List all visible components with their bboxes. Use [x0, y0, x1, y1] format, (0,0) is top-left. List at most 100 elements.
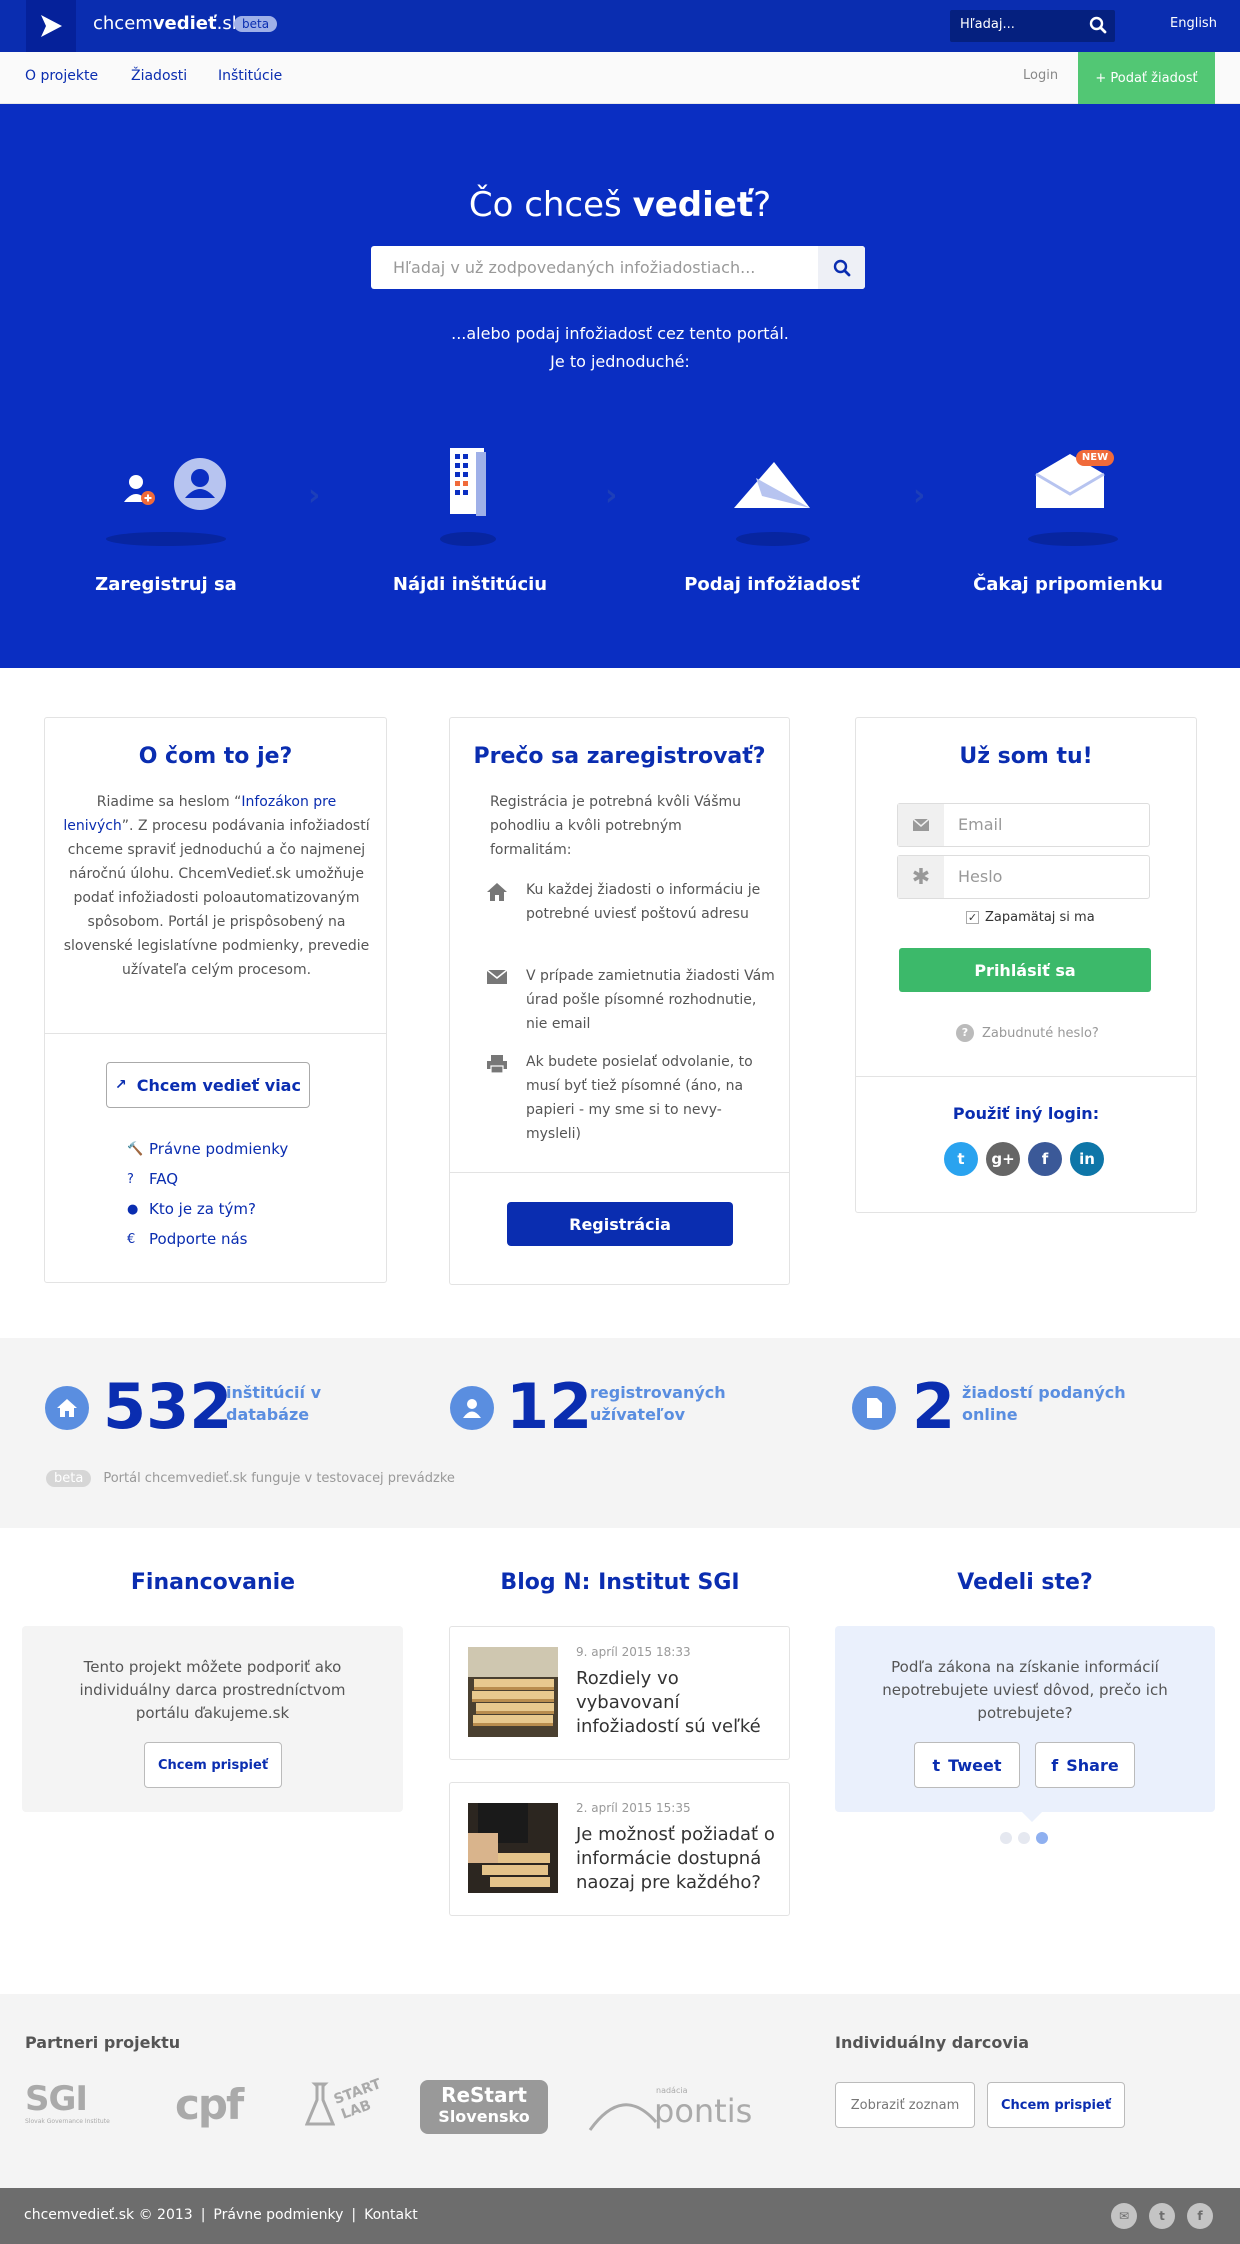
submit-request-button[interactable]: + Podať žiadosť — [1078, 52, 1215, 104]
login-card: Už som tu! Email ✱ Heslo ✓ Zapamätaj si m… — [855, 717, 1197, 1213]
pontis-logo[interactable]: nadácia pontis — [588, 2080, 752, 2134]
question-icon: ? — [956, 1024, 974, 1042]
header-search-placeholder: Hľadaj... — [960, 17, 1015, 32]
reason-item: Ak budete posielať odvolanie, to musí by… — [486, 1050, 776, 1150]
carousel-dots — [1000, 1832, 1048, 1844]
startlab-logo[interactable]: START LAB — [305, 2076, 383, 2130]
search-icon[interactable] — [1089, 16, 1107, 38]
header-search-input[interactable]: Hľadaj... — [950, 10, 1115, 42]
didyouknow-title: Vedeli ste? — [957, 1570, 1093, 1595]
facebook-icon[interactable]: f — [1187, 2203, 1213, 2229]
reason-item: V prípade zamietnutia žiadosti Vám úrad … — [486, 964, 776, 1050]
footer: chcemvedieť.sk © 2013 | Právne podmienky… — [0, 2188, 1240, 2244]
learn-more-button[interactable]: ↗ Chcem vedieť viac — [106, 1062, 310, 1108]
carousel-dot[interactable] — [1000, 1832, 1012, 1844]
checkbox[interactable]: ✓ — [966, 911, 979, 924]
gavel-icon: 🔨 — [127, 1141, 144, 1157]
about-title: O čom to je? — [138, 744, 293, 769]
hero-search-input[interactable]: Hľadaj v už zodpovedaných infožiadostiac… — [371, 246, 865, 289]
other-login-label: Použiť iný login: — [952, 1104, 1100, 1123]
didyouknow-box: Podľa zákona na získanie informácií nepo… — [835, 1626, 1215, 1812]
why-intro: Registrácia je potrebná kvôli Vášmu poho… — [490, 794, 742, 858]
step-find-label: Nájdi inštitúciu — [392, 574, 548, 595]
external-link-icon: ↗ — [115, 1077, 127, 1093]
stat-institutions-label: inštitúcií v databáze — [226, 1383, 322, 1424]
new-badge: NEW — [1076, 450, 1114, 466]
step-register-label: Zaregistruj sa — [95, 574, 237, 595]
building-icon — [446, 446, 490, 520]
envelope-icon — [486, 964, 526, 1050]
footer-legal-link[interactable]: Právne podmienky — [213, 2207, 343, 2223]
google-plus-icon[interactable]: g+ — [986, 1142, 1020, 1176]
email-field[interactable]: Email — [897, 803, 1150, 847]
blog-post-title: Je možnosť požiadať o informácie dostupn… — [576, 1824, 775, 1893]
blog-post[interactable]: 2. apríl 2015 15:35 Je možnosť požiadať … — [449, 1782, 790, 1916]
step-submit-label: Podaj infožiadosť — [684, 574, 860, 595]
donors-title: Individuálny darcovia — [835, 2033, 1030, 2052]
logo-icon[interactable] — [26, 0, 76, 52]
show-list-button[interactable]: Zobraziť zoznam — [835, 2082, 975, 2128]
team-link[interactable]: ● Kto je za tým? — [127, 1194, 367, 1224]
login-title: Už som tu! — [959, 744, 1093, 769]
printer-icon — [486, 1050, 526, 1150]
funding-text: Tento projekt môžete podporiť ako indivi… — [79, 1658, 346, 1722]
hero-search-placeholder: Hľadaj v už zodpovedaných infožiadostiac… — [393, 258, 756, 277]
cpf-logo[interactable]: cpf — [175, 2080, 244, 2129]
faq-link[interactable]: ? FAQ — [127, 1164, 367, 1194]
facebook-icon: f — [1051, 1755, 1059, 1775]
beta-pill: beta — [46, 1470, 92, 1487]
forgot-password-link[interactable]: ? Zabudnuté heslo? — [956, 1024, 1099, 1042]
hero-search-button[interactable] — [818, 246, 865, 289]
user-add-icon — [118, 456, 228, 520]
linkedin-icon[interactable]: in — [1070, 1142, 1104, 1176]
footer-separator: | — [200, 2207, 206, 2223]
blog-title: Blog N: Institut SGI — [500, 1570, 740, 1595]
stat-users-label: registrovaných užívateľov — [590, 1383, 726, 1424]
tweet-button[interactable]: t Tweet — [914, 1742, 1020, 1788]
donate-button[interactable]: Chcem prispieť — [144, 1742, 282, 1788]
twitter-icon[interactable]: t — [944, 1142, 978, 1176]
facebook-icon[interactable]: f — [1028, 1142, 1062, 1176]
about-links: 🔨 Právne podmienky ? FAQ ● Kto je za tým? €… — [127, 1134, 367, 1254]
home-icon — [45, 1386, 89, 1430]
footer-contact-link[interactable]: Kontakt — [364, 2207, 418, 2223]
why-reasons: Ku každej žiadosti o informáciu je potre… — [486, 878, 776, 1150]
carousel-dot[interactable] — [1018, 1832, 1030, 1844]
blog-post[interactable]: 9. apríl 2015 18:33 Rozdiely vo vybavova… — [449, 1626, 790, 1760]
donate-button-footer[interactable]: Chcem prispieť — [987, 2082, 1125, 2128]
legal-link[interactable]: 🔨 Právne podmienky — [127, 1134, 367, 1164]
footer-links: chcemvedieť.sk © 2013 | Právne podmienky… — [24, 2207, 418, 2223]
nav-item-about[interactable]: O projekte — [25, 68, 98, 84]
nav-item-requests[interactable]: Žiadosti — [131, 68, 187, 84]
why-register-card: Prečo sa zaregistrovať? Registrácia je p… — [449, 717, 790, 1285]
step-wait-label: Čakaj pripomienku — [973, 574, 1163, 595]
speech-pointer — [1022, 1812, 1042, 1822]
blog-post-image — [468, 1803, 558, 1893]
chevron-right-icon: › — [605, 478, 618, 513]
envelope-icon — [898, 804, 944, 846]
chevron-right-icon: › — [913, 478, 926, 513]
footer-brand: chcemvedieť.sk © 2013 — [24, 2207, 193, 2223]
envelope-icon[interactable]: ✉ — [1111, 2203, 1137, 2229]
about-card: O čom to je? Riadime sa heslom “Infozáko… — [44, 717, 387, 1283]
language-link[interactable]: English — [1170, 16, 1217, 31]
remember-me-checkbox[interactable]: ✓ Zapamätaj si ma — [966, 910, 1095, 925]
register-button[interactable]: Registrácia — [507, 1202, 733, 1246]
blog-post-title: Rozdiely vo vybavovaní infožiadostí sú v… — [576, 1668, 761, 1737]
paper-plane-icon — [732, 456, 812, 516]
why-title: Prečo sa zaregistrovať? — [473, 744, 766, 769]
twitter-icon[interactable]: t — [1149, 2203, 1175, 2229]
support-link[interactable]: € Podporte nás — [127, 1224, 367, 1254]
stat-users-number: 12 — [506, 1370, 593, 1443]
home-icon — [486, 878, 526, 964]
carousel-dot-active[interactable] — [1036, 1832, 1048, 1844]
nav-item-institutions[interactable]: Inštitúcie — [218, 68, 282, 84]
login-link[interactable]: Login — [1023, 68, 1058, 83]
restart-slovensko-logo[interactable]: ReStart Slovensko — [420, 2080, 548, 2134]
share-button[interactable]: f Share — [1035, 1742, 1135, 1788]
logo-text[interactable]: chcemvedieť.sk — [93, 13, 242, 34]
question-icon: ? — [127, 1171, 134, 1187]
password-field[interactable]: ✱ Heslo — [897, 855, 1150, 899]
login-button[interactable]: Prihlásiť sa — [899, 948, 1151, 992]
sgi-logo[interactable]: SGI Slovak Governance Institute — [25, 2080, 120, 2130]
